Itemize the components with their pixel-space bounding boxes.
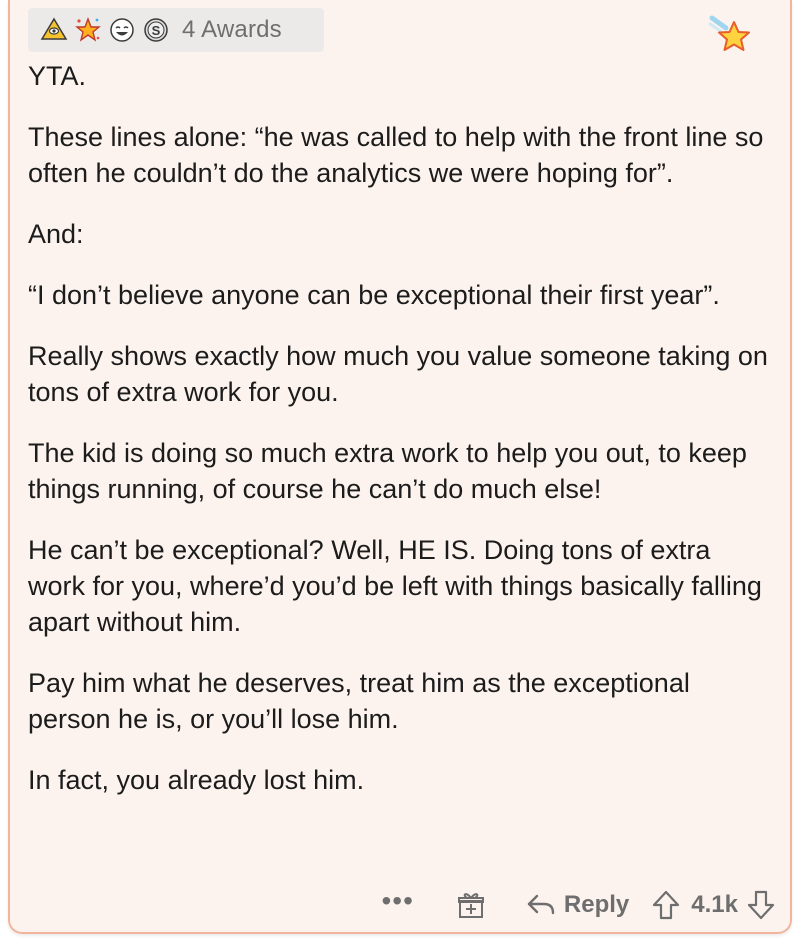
downvote-arrow-icon	[747, 890, 775, 920]
comment-action-bar: ••• Reply 4.1k	[382, 886, 777, 924]
upvote-button[interactable]	[651, 889, 681, 921]
upvote-arrow-icon	[653, 890, 680, 920]
comment-card: S 4 Awards YTA. These lines alone: “he w…	[8, 0, 792, 934]
downvote-button[interactable]	[746, 889, 776, 921]
comment-paragraph: He can’t be exceptional? Well, HE IS. Do…	[28, 535, 762, 637]
comment-paragraph: In fact, you already lost him.	[28, 765, 365, 795]
gift-icon	[457, 893, 484, 918]
comment-paragraph: Pay him what he deserves, treat him as t…	[28, 668, 690, 734]
comment-paragraph: Really shows exactly how much you value …	[28, 341, 768, 407]
silver-coin-award-icon: S	[142, 16, 170, 44]
laughing-face-award-icon	[108, 16, 136, 44]
star-badge-icon	[708, 14, 752, 58]
comment-paragraph: “I don’t believe anyone can be exception…	[28, 280, 720, 310]
reply-label: Reply	[563, 891, 630, 918]
comment-body: YTA. These lines alone: “he was called t…	[28, 58, 772, 823]
svg-text:S: S	[152, 23, 161, 38]
reply-arrow-icon	[527, 894, 555, 915]
star-burst-award-icon	[74, 16, 102, 44]
pyramid-award-icon	[40, 16, 68, 44]
reply-button[interactable]: Reply	[526, 891, 629, 919]
comment-paragraph: YTA.	[28, 61, 87, 91]
comment-paragraph: And:	[28, 219, 84, 249]
gift-award-button[interactable]	[456, 890, 486, 920]
comment-paragraph: These lines alone: “he was called to hel…	[28, 122, 764, 188]
comment-paragraph: The kid is doing so much extra work to h…	[28, 438, 747, 504]
vote-score: 4.1k	[691, 891, 738, 918]
more-options-button[interactable]: •••	[382, 887, 414, 915]
awards-count: 4 Awards	[182, 16, 282, 43]
awards-bar[interactable]: S 4 Awards	[28, 8, 324, 52]
